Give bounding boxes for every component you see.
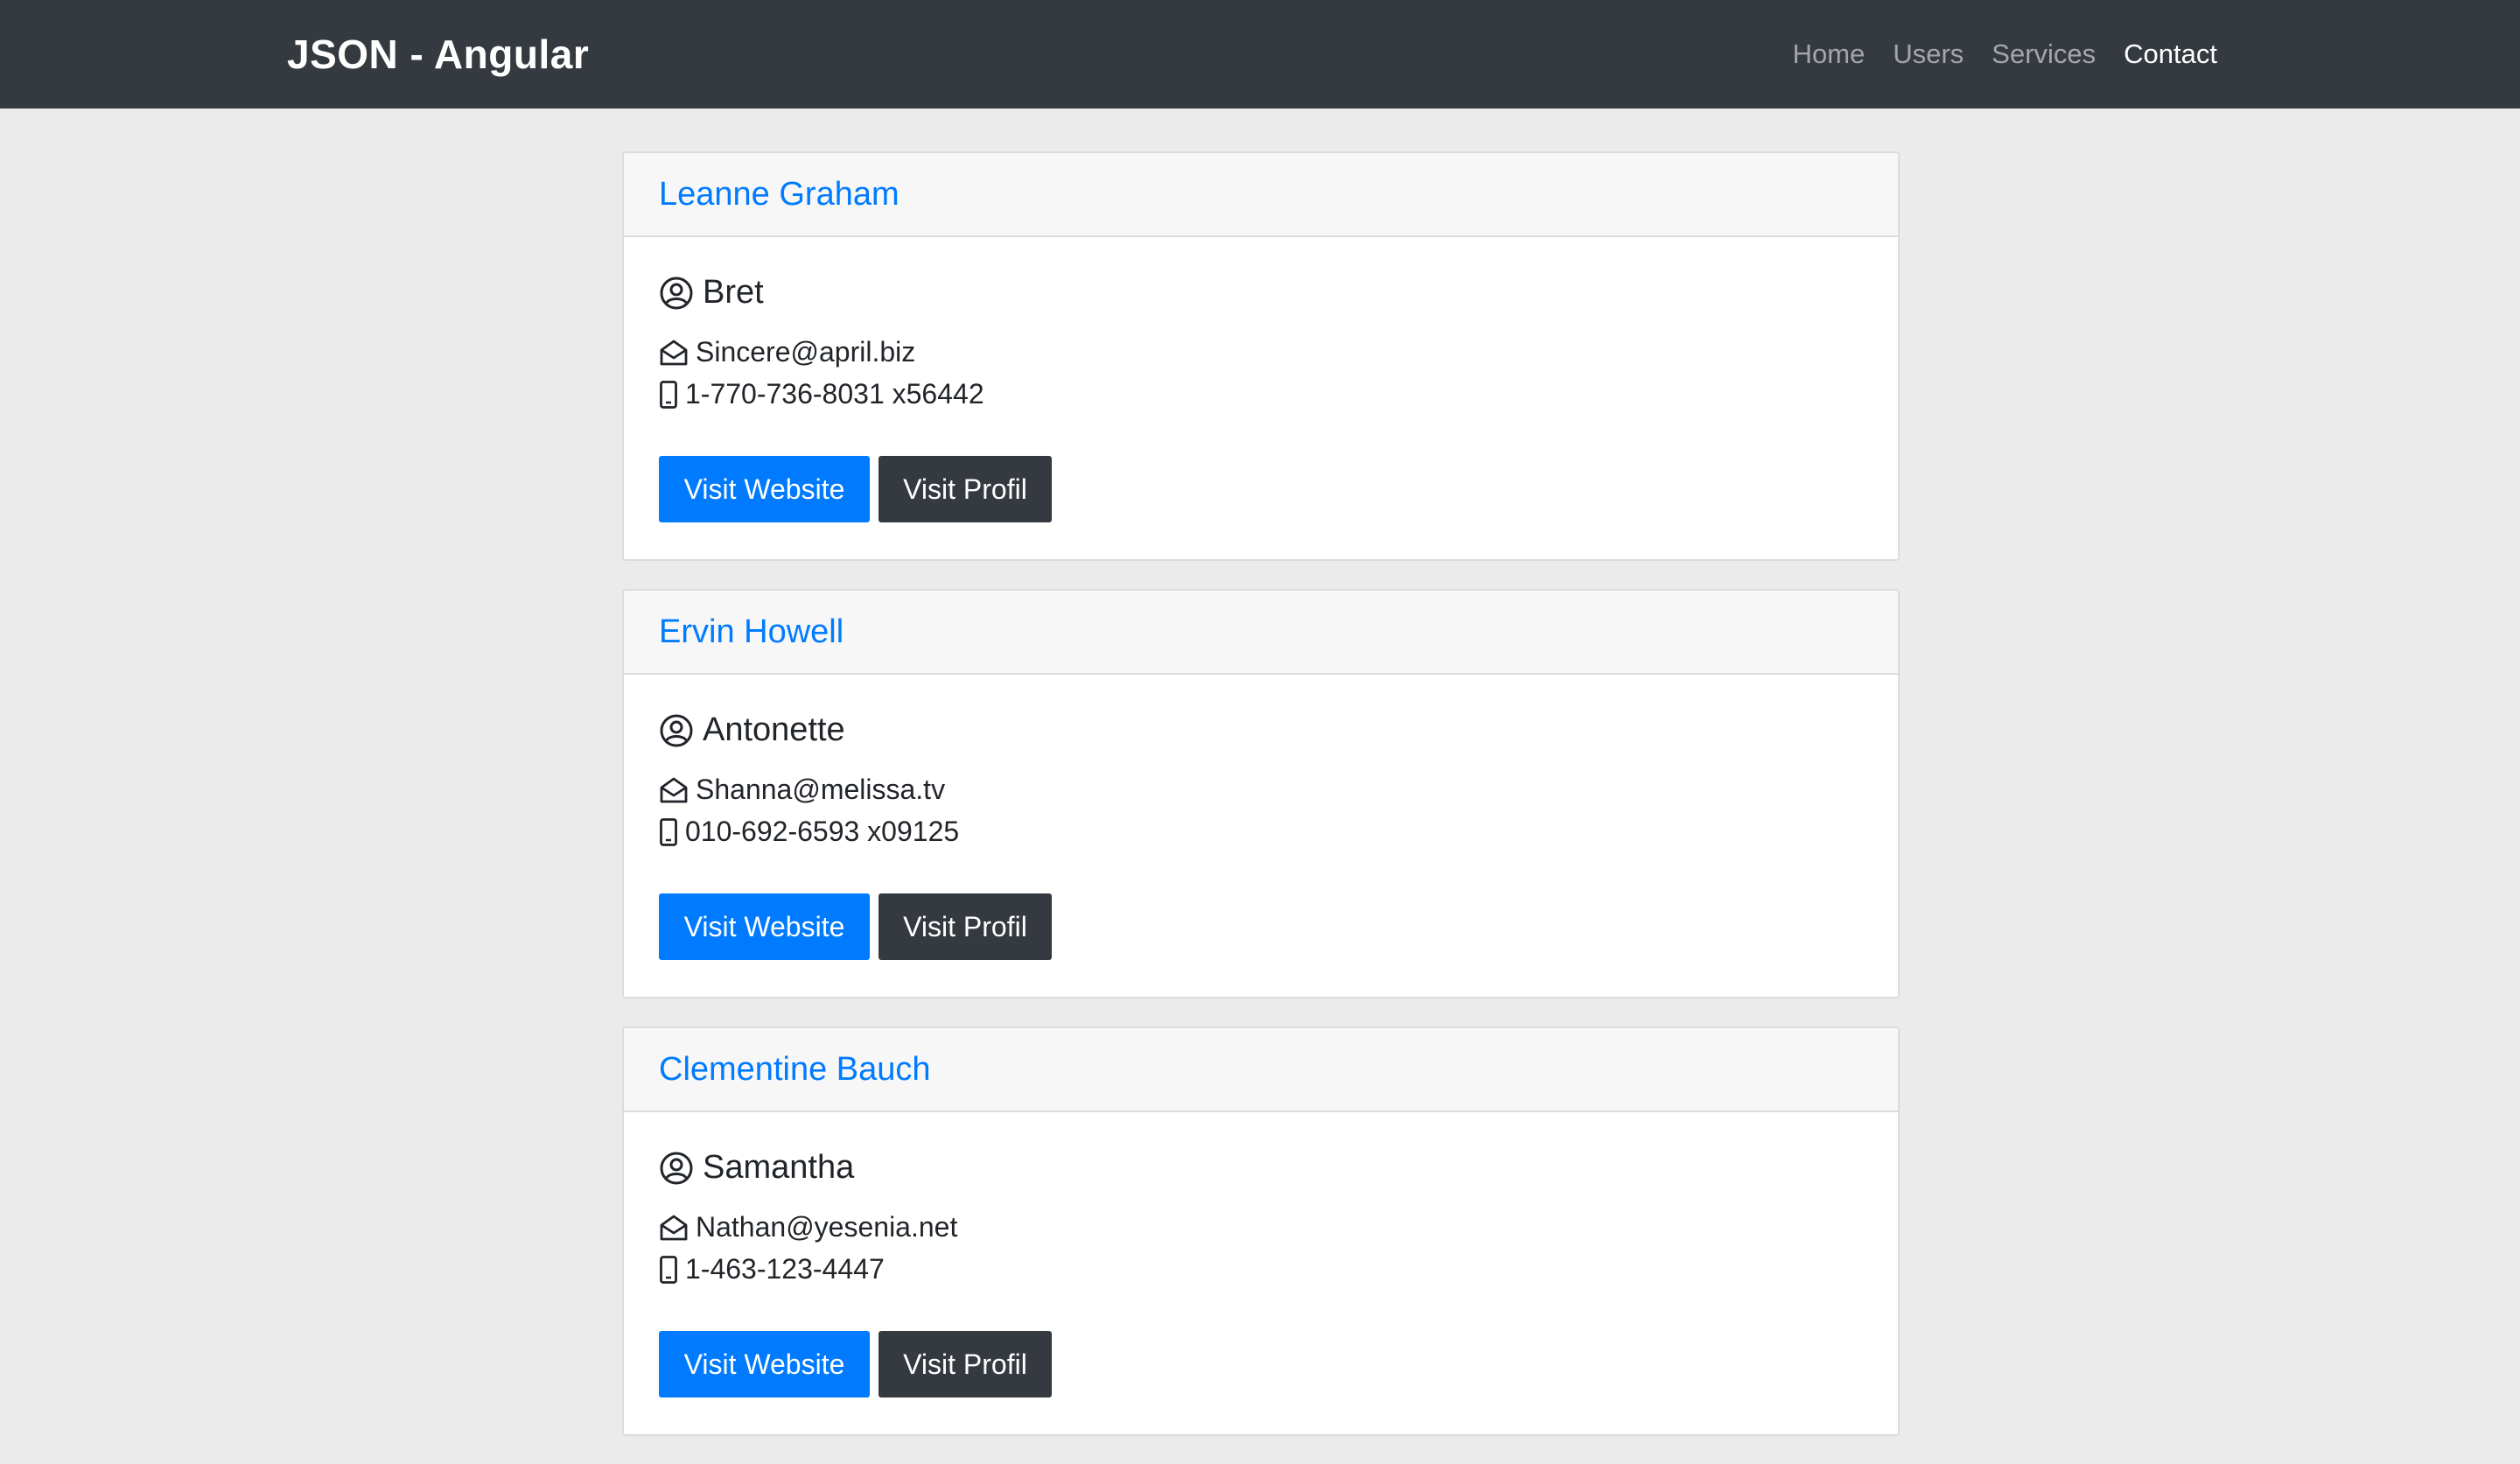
visit-website-button[interactable]: Visit Website [659,456,870,522]
card-header: Ervin Howell [624,591,1898,675]
user-circle-icon [659,713,694,748]
user-card-list: Leanne Graham Bret Sincere@april.biz 1-7… [622,151,1900,1464]
email-text: Shanna@melissa.tv [696,774,946,805]
user-name-link[interactable]: Leanne Graham [659,176,900,214]
username: Samantha [703,1149,855,1186]
visit-profile-button[interactable]: Visit Profil [878,456,1052,522]
user-name-link[interactable]: Ervin Howell [659,613,844,651]
user-card: Clementine Bauch Samantha Nathan@yesenia… [622,1026,1900,1436]
brand-logo[interactable]: JSON - Angular [287,0,589,109]
username: Bret [703,274,764,311]
user-card: Ervin Howell Antonette Shanna@melissa.tv… [622,589,1900,998]
card-header: Clementine Bauch [624,1028,1898,1112]
email-row: Shanna@melissa.tv [659,774,945,806]
card-actions: Visit Website Visit Profil [659,893,1052,960]
username-row: Antonette [659,711,845,749]
card-header: Leanne Graham [624,153,1898,237]
nav-link-contact[interactable]: Contact [2124,39,2217,70]
username: Antonette [703,711,845,748]
email-row: Sincere@april.biz [659,336,915,368]
mobile-phone-icon [659,817,678,847]
username-row: Samantha [659,1149,854,1187]
visit-profile-button[interactable]: Visit Profil [878,1331,1052,1397]
top-navbar: JSON - Angular Home Users Services Conta… [0,0,2520,109]
nav-link-home[interactable]: Home [1793,39,1866,70]
user-name-link[interactable]: Clementine Bauch [659,1051,931,1089]
phone-text: 1-463-123-4447 [685,1253,885,1285]
user-circle-icon [659,276,694,311]
envelope-open-icon [659,1214,689,1242]
phone-text: 010-692-6593 x09125 [685,816,960,847]
visit-website-button[interactable]: Visit Website [659,1331,870,1397]
nav-link-users[interactable]: Users [1893,39,1964,70]
phone-row: 1-463-123-4447 [659,1253,885,1285]
user-card: Leanne Graham Bret Sincere@april.biz 1-7… [622,151,1900,561]
card-actions: Visit Website Visit Profil [659,1331,1052,1397]
user-circle-icon [659,1151,694,1186]
phone-row: 010-692-6593 x09125 [659,816,959,848]
phone-row: 1-770-736-8031 x56442 [659,378,984,410]
nav-links: Home Users Services Contact [1793,0,2217,109]
card-actions: Visit Website Visit Profil [659,456,1052,522]
email-text: Sincere@april.biz [696,336,916,368]
mobile-phone-icon [659,1255,678,1285]
email-text: Nathan@yesenia.net [696,1211,958,1243]
username-row: Bret [659,274,764,312]
envelope-open-icon [659,339,689,367]
phone-text: 1-770-736-8031 x56442 [685,378,984,410]
nav-link-services[interactable]: Services [1992,39,2096,70]
mobile-phone-icon [659,380,678,410]
envelope-open-icon [659,776,689,804]
email-row: Nathan@yesenia.net [659,1211,957,1243]
visit-profile-button[interactable]: Visit Profil [878,893,1052,960]
visit-website-button[interactable]: Visit Website [659,893,870,960]
